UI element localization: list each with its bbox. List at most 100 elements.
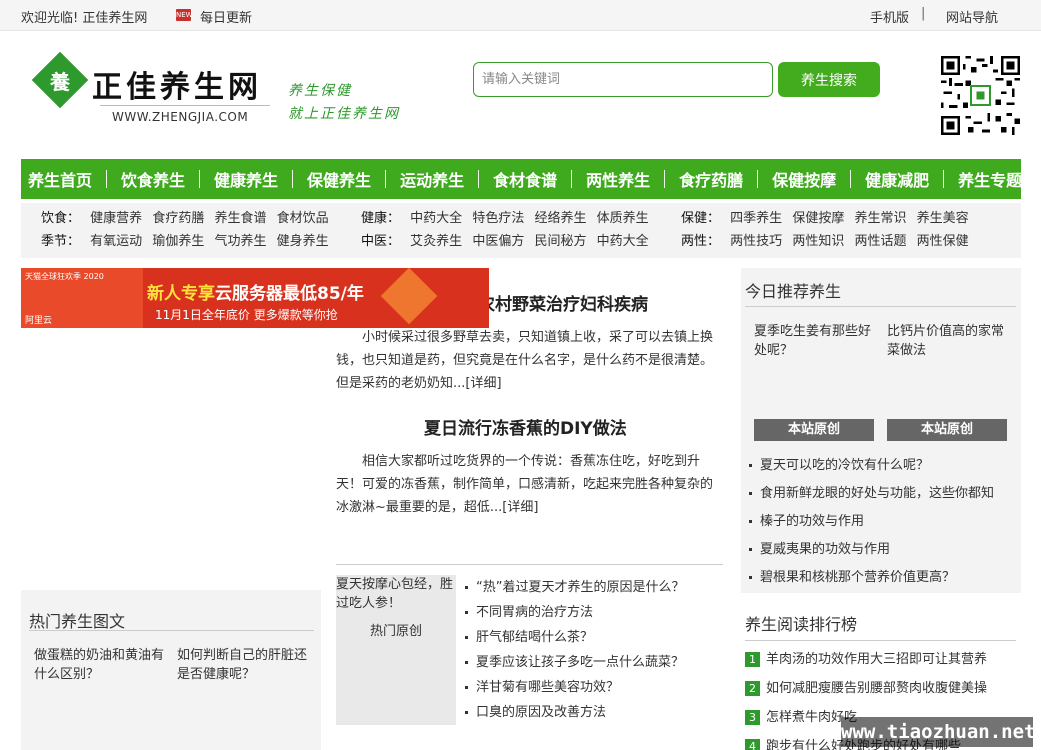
ranking-divider (745, 640, 1016, 641)
subnav-label: 两性： (681, 234, 721, 249)
subnav-link[interactable]: 特色疗法 (472, 211, 524, 226)
list-item-text: 碧根果和核桃那个营养价值更高？ (760, 570, 956, 585)
site-nav-link[interactable]: 网站导航 (946, 7, 998, 26)
today-divider (745, 306, 1016, 307)
today-header: 今日推荐养生 (745, 282, 842, 301)
article-title[interactable]: 夏日流行冻香蕉的DIY做法 (424, 414, 627, 439)
original-tag: 本站原创 (754, 419, 874, 441)
subnav-link[interactable]: 养生美容 (917, 211, 969, 226)
subnav-link[interactable]: 两性知识 (792, 234, 844, 249)
main-nav-link[interactable]: 养生首页 (21, 167, 99, 191)
hot-original-image[interactable]: 夏天按摩心包经，胜过吃人参！ 热门原创 (336, 575, 456, 725)
ranking-item-text: 羊肉汤的功效作用大三招即可让其营养 (766, 652, 988, 667)
list-item[interactable]: 夏威夷果的功效与作用 (749, 536, 994, 564)
main-nav-link[interactable]: 运动养生 (393, 167, 471, 191)
nav-separator (385, 170, 387, 188)
hot-pic-item[interactable]: 做蛋糕的奶油和黄油有什么区别？ (34, 646, 169, 684)
subnav-row-diet: 饮食： 健康营养 食疗药膳 养生食谱 食材饮品 (41, 207, 335, 230)
subnav-link[interactable]: 中医偏方 (472, 234, 524, 249)
list-item[interactable]: 夏天可以吃的冷饮有什么呢？ (749, 452, 994, 480)
subnav-link[interactable]: 两性技巧 (730, 234, 782, 249)
main-nav-link[interactable]: 食材食谱 (486, 167, 564, 191)
list-item[interactable]: 食用新鲜龙眼的好处与功能，这些你都知 (749, 480, 994, 508)
rank-number: 1 (745, 652, 760, 667)
subnav-link[interactable]: 经络养生 (534, 211, 586, 226)
list-item-text: 洋甘菊有哪些美容功效？ (476, 680, 620, 695)
subnav-row-tcm: 中医： 艾灸养生 中医偏方 民间秘方 中药大全 (361, 230, 655, 253)
main-nav-link[interactable]: 健康减肥 (858, 167, 936, 191)
site-logo[interactable]: 養 正佳养生网 WWW.ZHENGJIA.COM (31, 51, 278, 128)
article-more-link[interactable]: [详细] (502, 500, 538, 515)
subnav-link[interactable]: 保健按摩 (792, 211, 844, 226)
subnav-link[interactable]: 两性话题 (854, 234, 906, 249)
hot-pic-item[interactable]: 如何判断自己的肝脏还是否健康呢？ (177, 646, 312, 684)
list-item[interactable]: 肝气郁结喝什么茶？ (465, 625, 684, 650)
list-item-text: “热”着过夏天才养生的原因是什么？ (476, 580, 685, 595)
logo-char: 養 (50, 70, 70, 94)
subnav-link[interactable]: 食材饮品 (277, 211, 329, 226)
watermark: www.tiaozhuan.net (841, 717, 1035, 747)
main-nav-item: 食疗药膳 (657, 159, 750, 199)
ranking-item[interactable]: 1 羊肉汤的功效作用大三招即可让其营养 (745, 645, 987, 674)
subnav-link[interactable]: 民间秘方 (534, 234, 586, 249)
subnav-group-health-tcm: 健康： 中药大全 特色疗法 经络养生 体质养生 中医： 艾灸养生 中医偏方 民间… (361, 207, 655, 253)
list-item-text: 夏威夷果的功效与作用 (760, 542, 891, 557)
subnav-label: 饮食： (41, 211, 81, 226)
ranking-item[interactable]: 2 如何减肥瘦腰告别腰部赘肉收腹健美操 (745, 674, 987, 703)
article-summary: 相信大家都听过吃货界的一个传说：香蕉冻住吃，好吃到升天！可爱的冻香蕉，制作简单，… (336, 450, 716, 519)
main-nav-link[interactable]: 养生专题 (951, 167, 1029, 191)
ranking-header: 养生阅读排行榜 (745, 615, 858, 634)
nav-separator (943, 170, 945, 188)
list-item-text: 榛子的功效与作用 (760, 514, 865, 529)
subnav-link[interactable]: 养生常识 (854, 211, 906, 226)
main-nav-link[interactable]: 健康养生 (207, 167, 285, 191)
nav-separator (199, 170, 201, 188)
subnav-link[interactable]: 四季养生 (730, 211, 782, 226)
daily-update-link[interactable]: 每日更新 (200, 7, 252, 26)
subnav-link[interactable]: 艾灸养生 (410, 234, 462, 249)
article-summary-text: 小时候采过很多野草去卖，只知道镇上收，采了可以去镇上换钱，也只知道是药，但究竟是… (336, 330, 714, 391)
today-image-item[interactable]: 夏季吃生姜有那些好处呢？ (754, 322, 874, 360)
list-item[interactable]: 洋甘菊有哪些美容功效？ (465, 675, 684, 700)
subnav-link[interactable]: 瑜伽养生 (152, 234, 204, 249)
main-nav-link[interactable]: 两性养生 (579, 167, 657, 191)
list-item[interactable]: 口臭的原因及改善方法 (465, 700, 684, 725)
list-item[interactable]: 碧根果和核桃那个营养价值更高？ (749, 564, 994, 592)
subnav-label: 中医： (361, 234, 401, 249)
list-item[interactable]: 榛子的功效与作用 (749, 508, 994, 536)
main-nav-link[interactable]: 保健按摩 (765, 167, 843, 191)
list-item-text: 食用新鲜龙眼的好处与功能，这些你都知 (760, 486, 995, 501)
topbar-separator: | (921, 6, 926, 21)
today-image-item[interactable]: 比钙片价值高的家常菜做法 (887, 322, 1007, 360)
search-input[interactable] (473, 62, 773, 97)
subnav-link[interactable]: 气功养生 (214, 234, 266, 249)
search-button[interactable]: 养生搜索 (778, 62, 880, 97)
bullet-icon (465, 711, 468, 714)
subnav-link[interactable]: 食疗药膳 (152, 211, 204, 226)
subnav-link[interactable]: 健身养生 (277, 234, 329, 249)
article-more-link[interactable]: [详细] (465, 376, 501, 391)
main-nav-item: 饮食养生 (99, 159, 192, 199)
list-item[interactable]: “热”着过夏天才养生的原因是什么？ (465, 575, 684, 600)
main-nav-link[interactable]: 保健养生 (300, 167, 378, 191)
main-nav-item: 保健养生 (285, 159, 378, 199)
main-nav: 养生首页 饮食养生 健康养生 保健养生 运动养生 食材食谱 两性养生 食疗药膳 保健按摩 健康减肥… (21, 159, 1022, 199)
bullet-icon (749, 576, 752, 579)
subnav-link[interactable]: 两性保健 (917, 234, 969, 249)
main-nav-link[interactable]: 食疗药膳 (672, 167, 750, 191)
slogan-line-1: 养生保健 (288, 83, 352, 99)
subnav-link[interactable]: 中药大全 (410, 211, 462, 226)
list-item[interactable]: 夏季应该让孩子多吃一点什么蔬菜？ (465, 650, 684, 675)
subnav-link[interactable]: 中药大全 (597, 234, 649, 249)
list-item-text: 夏天可以吃的冷饮有什么呢？ (760, 458, 930, 473)
today-list: 夏天可以吃的冷饮有什么呢？ 食用新鲜龙眼的好处与功能，这些你都知 榛子的功效与作… (749, 452, 994, 592)
subnav-link[interactable]: 有氧运动 (90, 234, 142, 249)
main-nav-link[interactable]: 饮食养生 (114, 167, 192, 191)
mobile-version-link[interactable]: 手机版 (870, 7, 909, 26)
list-item[interactable]: 不同胃病的治疗方法 (465, 600, 684, 625)
subnav-link[interactable]: 健康营养 (90, 211, 142, 226)
ad-banner[interactable]: 天猫全球狂欢季 2020 阿里云 新人专享云服务器最低85/年 11月1日全年底… (21, 268, 489, 328)
subnav-link[interactable]: 体质养生 (597, 211, 649, 226)
subnav-link[interactable]: 养生食谱 (214, 211, 266, 226)
hot-pics-panel: 热门养生图文 做蛋糕的奶油和黄油有什么区别？ 如何判断自己的肝脏还是否健康呢？ (21, 590, 321, 750)
